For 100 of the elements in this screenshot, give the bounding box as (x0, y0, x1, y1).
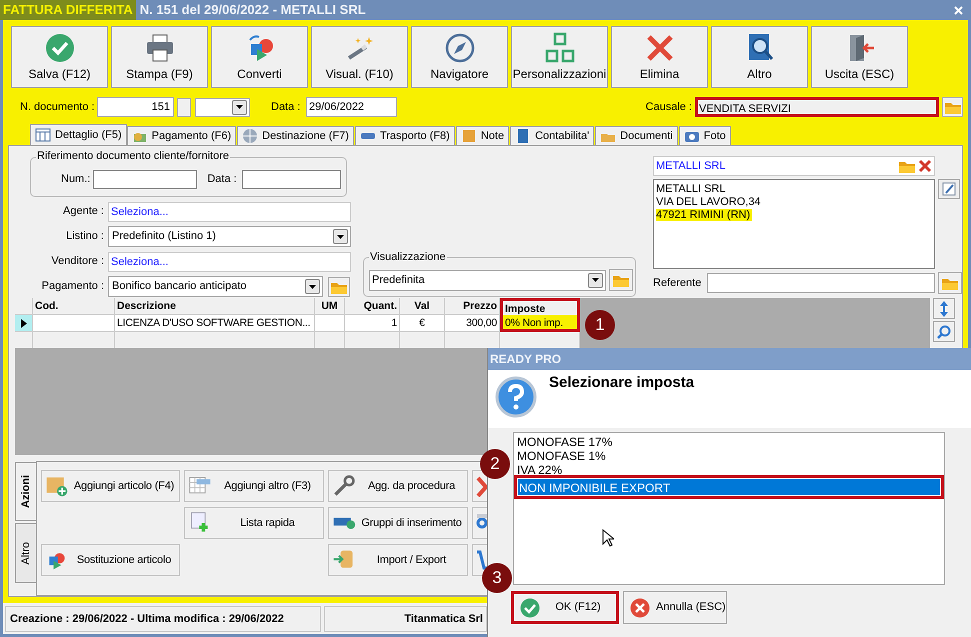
list-item[interactable]: MONOFASE 1% (516, 449, 942, 463)
squares-icon (544, 32, 576, 64)
select-link-field[interactable]: Seleziona... (108, 202, 351, 222)
chevron-icon (476, 476, 488, 496)
close-icon (918, 159, 932, 173)
caret-icon (309, 284, 316, 288)
vertical-tab[interactable]: Altro (15, 523, 36, 583)
wrench-icon (332, 474, 356, 498)
table-cell: LICENZA D'USO SOFTWARE GESTION... (115, 315, 315, 332)
table-cell: 1 (345, 315, 400, 332)
toolbar-button[interactable]: Altro (711, 26, 808, 88)
dialog-button[interactable]: OK (F12) (511, 591, 619, 624)
toolbar-button[interactable]: Navigatore (411, 26, 508, 88)
column-header[interactable]: Prezzo (445, 298, 500, 315)
list-item[interactable]: MONOFASE 17% (516, 435, 942, 449)
folder-button[interactable] (942, 97, 963, 117)
spin-button[interactable] (177, 98, 191, 116)
table-cell (400, 332, 445, 348)
table-cell: 300,00 (445, 315, 500, 332)
edit-button[interactable] (938, 179, 960, 199)
toolbar-button[interactable]: Stampa (F9) (111, 26, 208, 88)
column-header[interactable]: Cod. (33, 298, 115, 315)
table-cell: € (400, 315, 445, 332)
dropdown-field[interactable]: Bonifico bancario anticipato (108, 276, 323, 297)
action-button[interactable]: Import / Export (328, 544, 468, 576)
address-box[interactable]: METALLI SRL VIA DEL LAVORO,34 47921 RIMINI (RN) (653, 179, 935, 269)
vertical-tab[interactable]: Azioni (15, 462, 36, 521)
column-header[interactable]: Descrizione (115, 298, 315, 315)
search-button[interactable] (933, 321, 955, 342)
tab[interactable]: Trasporto (F8) (354, 126, 455, 145)
folder-button[interactable] (938, 272, 962, 294)
dropdown-field[interactable]: Predefinita (369, 270, 606, 290)
action-button[interactable]: Lista rapida (184, 507, 324, 539)
list-item[interactable]: IVA 22% (516, 463, 942, 477)
action-button[interactable]: Sostituzione articolo (41, 544, 180, 576)
date-field[interactable]: 29/06/2022 (306, 97, 397, 117)
row-indicator[interactable] (15, 315, 33, 332)
field-label: Data : (207, 172, 237, 187)
table-cell (315, 315, 345, 332)
toolbar-button[interactable]: Converti (211, 26, 308, 88)
table-cell: 0% Non imp. (500, 315, 580, 332)
toolbar-button[interactable]: Personalizzazioni (511, 26, 608, 88)
caret-icon (236, 105, 243, 109)
toolbar-button[interactable]: Visual. (F10) (311, 26, 408, 88)
document-number-field[interactable]: 151 (97, 97, 174, 117)
num-field[interactable] (93, 170, 198, 188)
dropdown-button[interactable] (333, 229, 348, 244)
referente-field[interactable] (707, 273, 935, 293)
tab[interactable]: Note (456, 126, 510, 145)
caret-icon (337, 234, 344, 238)
globe-icon (242, 128, 258, 144)
action-button[interactable]: Aggiungi altro (F3) (184, 470, 324, 502)
table-cell (345, 332, 400, 348)
dropdown-field[interactable]: Predefinito (Listino 1) (108, 226, 351, 247)
list-item[interactable]: NON IMPONIBILE EXPORT (516, 477, 942, 497)
tab[interactable]: Dettaglio (F5) (30, 124, 127, 145)
caret-icon (592, 278, 599, 282)
dropdown-button[interactable] (305, 279, 320, 294)
tab[interactable]: Pagamento (F6) (126, 126, 236, 145)
dropdown-button[interactable] (232, 100, 247, 114)
field-label: Agente : (62, 204, 105, 220)
tab[interactable]: Foto (678, 126, 731, 145)
up-down-arrow-icon (940, 300, 948, 316)
field-label: Data : (271, 100, 302, 115)
action-button[interactable]: Agg. da procedura (328, 470, 468, 502)
field-label: Pagamento : (40, 279, 105, 294)
folder-button[interactable] (609, 269, 633, 291)
select-link-field[interactable]: Seleziona... (108, 252, 351, 272)
question-icon (495, 376, 537, 418)
field-label: N. documento : (20, 100, 96, 115)
folder-button[interactable] (328, 276, 350, 296)
column-header[interactable]: Imposte (500, 298, 580, 315)
date-field[interactable] (242, 170, 341, 188)
toolbar-button[interactable]: Uscita (ESC) (811, 26, 908, 88)
toolbar-button[interactable]: Elimina (611, 26, 708, 88)
cancel-icon (630, 598, 650, 618)
column-header[interactable]: Quant. (345, 298, 400, 315)
customer-field[interactable]: METALLI SRL (653, 156, 935, 176)
column-header[interactable]: Val (400, 298, 445, 315)
column-header[interactable]: UM (315, 298, 345, 315)
pencil-icon (942, 182, 956, 196)
triangle-icon (20, 318, 26, 328)
causale-field[interactable]: VENDITA SERVIZI (695, 97, 939, 117)
tab[interactable]: Documenti (595, 126, 678, 145)
field-label: Referente (653, 276, 702, 291)
tab[interactable]: Destinazione (F7) (237, 126, 354, 145)
search-icon (937, 324, 951, 338)
company-name: Titanmatica Srl (324, 606, 487, 632)
dialog-button[interactable]: Annulla (ESC) (623, 591, 727, 624)
dropdown-button[interactable] (588, 272, 603, 288)
action-button[interactable]: Aggiungi articolo (F4) (41, 470, 180, 502)
tab[interactable]: Contabilita' (510, 126, 594, 145)
check-icon (520, 598, 540, 618)
cursor-icon (602, 529, 614, 547)
dialog-title: READY PRO (488, 348, 971, 370)
field-label: Venditore : (50, 254, 105, 270)
toolbar-button[interactable]: Salva (F12) (11, 26, 108, 88)
sort-button[interactable] (933, 298, 955, 319)
close-icon[interactable] (954, 6, 963, 14)
action-button[interactable]: Gruppi di inserimento (328, 507, 468, 539)
